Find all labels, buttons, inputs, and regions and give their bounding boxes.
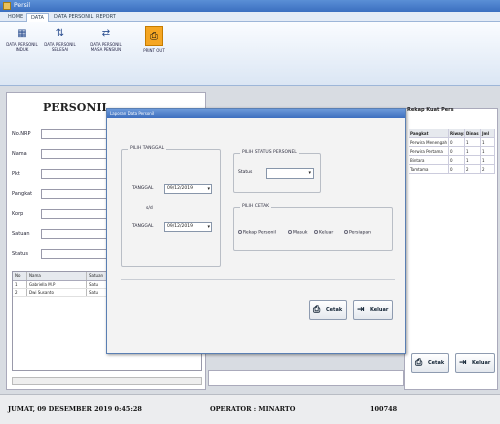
report-dialog: Laporan Data Personil PILIH TANGGAL TANG… [106,108,406,354]
status-select[interactable]: ▾ [266,168,314,179]
radio-masuk[interactable]: Masuk [288,230,307,236]
from-date-label: TANGGAL [132,186,154,191]
tab-report[interactable]: REPORT [92,13,120,22]
rekap-title: Rekap Kuat Pers [407,107,454,113]
keluar-button[interactable]: ⇥ Keluar [455,353,495,373]
calendar-dropdown-icon: ▾ [207,186,210,192]
to-date-label: TANGGAL [132,224,154,229]
from-date-picker[interactable]: 09/12/2019 ▾ [164,184,212,194]
exit-icon: ⇥ [459,358,467,368]
tab-data[interactable]: DATA [26,13,49,22]
print-groupbox: PILIH CETAK Rekap Personil Masuk Keluar … [233,204,393,251]
app-icon [3,2,11,10]
to-date-picker[interactable]: 09/12/2019 ▾ [164,222,212,232]
status-bar: JUMAT, 09 DESEMBER 2019 0:45:28 OPERATOR… [0,394,500,424]
table-row[interactable]: Bintara 0 1 1 [409,156,495,165]
table-row[interactable]: Perwira Menengah 0 1 1 [409,138,495,147]
radio-persiapan[interactable]: Persiapan [344,230,371,236]
column-header-no[interactable]: No [13,272,27,280]
status-code: 100748 [370,405,398,413]
ribbon-tabs: HOME DATA DATA PERSONIL REPORT [0,12,500,22]
printer-icon: ⎙ [415,358,423,368]
horizontal-scrollbar[interactable] [12,377,202,385]
page-title: PERSONIL [43,101,110,114]
field-label-nama: Nama [12,151,27,157]
swap-icon: ⇄ [101,28,111,39]
field-label-pkt: Pkt [12,171,20,177]
status-datetime: JUMAT, 09 DESEMBER 2019 0:45:28 [8,405,142,413]
table-row[interactable]: Perwira Pertama 0 1 1 [409,147,495,156]
dialog-cetak-button[interactable]: ⎙ Cetak [309,300,347,320]
status-label: Status [238,170,253,175]
ribbon-button-selesai[interactable]: ⇅ DATA PERSONIL SELESAI [42,28,78,52]
middle-scrollbar[interactable] [208,370,404,386]
status-operator: OPERATOR : MINARTO [210,405,296,413]
window-title: Persil [14,2,31,9]
ribbon-button-print-out[interactable]: ⎙ PRINT OUT [136,26,172,53]
date-groupbox: PILIH TANGGAL TANGGAL 09/12/2019 ▾ s/d TA… [121,146,221,267]
title-bar: Persil [0,0,500,12]
field-label-pangkat: Pangkat [12,191,33,197]
sd-label: s/d [146,206,153,211]
cetak-button[interactable]: ⎙ Cetak [411,353,449,373]
tab-home[interactable]: HOME [4,13,27,22]
ribbon-button-induk[interactable]: ▦ DATA PERSONIL INDUK [4,28,40,52]
field-label-korp: Korp [12,211,24,217]
dialog-button-area: ⎙ Cetak ⇥ Keluar [121,279,395,335]
ribbon: ▦ DATA PERSONIL INDUK ⇅ DATA PERSONIL SE… [0,22,500,86]
field-label-nrp: No.NRP [12,131,31,137]
grid-icon: ▦ [17,28,27,39]
tab-data-personil[interactable]: DATA PERSONIL [50,13,97,22]
exit-icon: ⇥ [357,305,365,315]
status-group-label: PILIH STATUS PERSONEL [240,150,299,155]
column-header-nama[interactable]: Nama [27,272,87,280]
rekap-panel: Rekap Kuat Pers Pangkat Riwayat Dinas Jm… [404,107,498,390]
printer-icon: ⎙ [313,305,321,315]
chevron-down-icon: ▾ [308,170,311,176]
sort-icon: ⇅ [55,28,65,39]
dialog-keluar-button[interactable]: ⇥ Keluar [353,300,393,320]
print-group-label: PILIH CETAK [240,204,272,209]
calendar-dropdown-icon: ▾ [207,224,210,230]
rekap-header: Pangkat Riwayat Dinas Jml [409,129,495,138]
field-label-satuan: Satuan [12,231,30,237]
date-group-label: PILIH TANGGAL [128,146,167,151]
ribbon-button-pensiun[interactable]: ⇄ DATA PERSONIL MASA PENSIUN [88,28,124,52]
field-label-status: Status [12,251,28,257]
dialog-title: Laporan Data Personil [107,109,405,118]
rekap-table: Pangkat Riwayat Dinas Jml Perwira Meneng… [409,129,495,174]
table-row[interactable]: Tamtama 0 2 2 [409,165,495,174]
radio-rekap-personil[interactable]: Rekap Personil [238,230,276,236]
status-groupbox: PILIH STATUS PERSONEL Status ▾ [233,150,321,193]
radio-keluar[interactable]: Keluar [314,230,333,236]
printer-icon: ⎙ [145,26,163,46]
